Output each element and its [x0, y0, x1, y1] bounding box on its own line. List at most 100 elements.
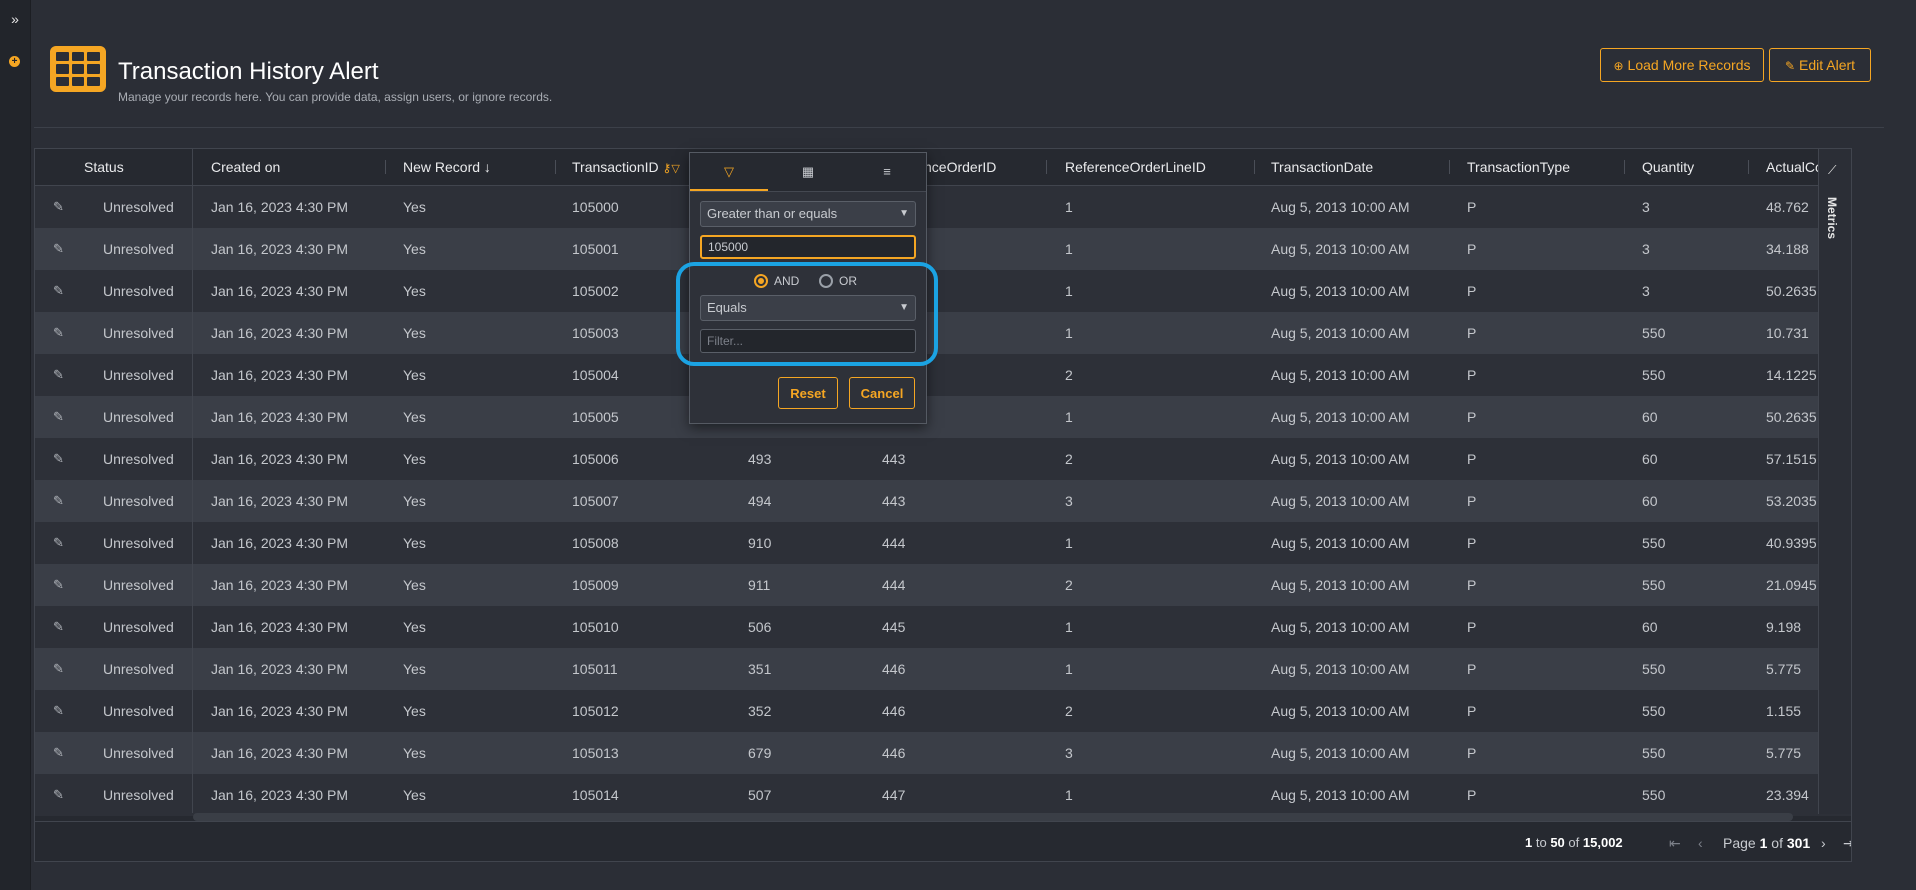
add-icon[interactable]: +: [9, 56, 20, 67]
column-header-transaction-type[interactable]: TransactionType: [1467, 149, 1570, 185]
edit-row-icon[interactable]: ✎: [53, 648, 64, 690]
cell-type: P: [1467, 451, 1477, 467]
edit-row-icon[interactable]: ✎: [53, 396, 64, 438]
column-header-transaction-date[interactable]: TransactionDate: [1271, 149, 1373, 185]
column-header-transaction-id[interactable]: TransactionID ⚷▽: [572, 149, 680, 185]
cell-qty: 60: [1642, 493, 1658, 509]
cell-type: P: [1467, 325, 1477, 341]
column-header-quantity[interactable]: Quantity: [1642, 149, 1694, 185]
edit-row-icon[interactable]: ✎: [53, 522, 64, 564]
table-row[interactable]: ✎ Unresolved Jan 16, 2023 4:30 PM Yes 105006…: [35, 438, 1851, 480]
column-header-status[interactable]: Status: [84, 149, 124, 185]
cell-roid: 447: [882, 787, 906, 803]
cell-rolid: 1: [1065, 283, 1073, 299]
edit-row-icon[interactable]: ✎: [53, 480, 64, 522]
edit-row-icon[interactable]: ✎: [53, 438, 64, 480]
column-header-new-record[interactable]: New Record ↓: [403, 149, 491, 185]
page-title: Transaction History Alert: [118, 58, 379, 85]
cell-date: Aug 5, 2013 10:00 AM: [1271, 325, 1410, 341]
cancel-button[interactable]: Cancel: [849, 377, 915, 409]
table-row[interactable]: ✎ Unresolved Jan 16, 2023 4:30 PM Yes 105003…: [35, 312, 1851, 354]
table-grid-icon: [50, 46, 106, 92]
table-row[interactable]: ✎ Unresolved Jan 16, 2023 4:30 PM Yes 105009…: [35, 564, 1851, 606]
cell-rolid: 3: [1065, 493, 1073, 509]
edit-row-icon[interactable]: ✎: [53, 270, 64, 312]
cell-qty: 550: [1642, 577, 1666, 593]
table-row[interactable]: ✎ Unresolved Jan 16, 2023 4:30 PM Yes 105005…: [35, 396, 1851, 438]
load-more-records-button[interactable]: ⊕ Load More Records: [1600, 48, 1764, 82]
cell-tid: 105010: [572, 619, 619, 635]
cell-status: Unresolved: [103, 745, 174, 761]
metrics-side-panel[interactable]: ⟋ Metrics: [1818, 149, 1851, 814]
table-row[interactable]: ✎ Unresolved Jan 16, 2023 4:30 PM Yes 105008…: [35, 522, 1851, 564]
edit-row-icon[interactable]: ✎: [53, 606, 64, 648]
cell-type: P: [1467, 619, 1477, 635]
table-row[interactable]: ✎ Unresolved Jan 16, 2023 4:30 PM Yes 105014…: [35, 774, 1851, 816]
edit-row-icon[interactable]: ✎: [53, 312, 64, 354]
cell-new: Yes: [403, 283, 426, 299]
cell-new: Yes: [403, 493, 426, 509]
cell-type: P: [1467, 367, 1477, 383]
cell-created: Jan 16, 2023 4:30 PM: [211, 745, 348, 761]
filter-value-1-input[interactable]: [700, 235, 916, 259]
cell-rolid: 3: [1065, 745, 1073, 761]
edit-row-icon[interactable]: ✎: [53, 690, 64, 732]
cell-date: Aug 5, 2013 10:00 AM: [1271, 241, 1410, 257]
last-page-icon[interactable]: ⇥: [1843, 822, 1851, 861]
column-header-reference-order-line-id[interactable]: ReferenceOrderLineID: [1065, 149, 1206, 185]
edit-row-icon[interactable]: ✎: [53, 732, 64, 774]
cell-new: Yes: [403, 241, 426, 257]
first-page-icon[interactable]: ⇤: [1669, 822, 1681, 861]
column-header-created-on[interactable]: Created on: [211, 149, 280, 185]
expand-sidebar-icon[interactable]: »: [7, 11, 23, 27]
cell-created: Jan 16, 2023 4:30 PM: [211, 535, 348, 551]
table-row[interactable]: ✎ Unresolved Jan 16, 2023 4:30 PM Yes 105011…: [35, 648, 1851, 690]
table-row[interactable]: ✎ Unresolved Jan 16, 2023 4:30 PM Yes 105000…: [35, 186, 1851, 228]
reset-button[interactable]: Reset: [778, 377, 838, 409]
table-row[interactable]: ✎ Unresolved Jan 16, 2023 4:30 PM Yes 105013…: [35, 732, 1851, 774]
new-record-label: New Record: [403, 159, 481, 175]
sort-descending-icon: ↓: [483, 159, 491, 175]
cell-tid: 105003: [572, 325, 619, 341]
next-page-icon[interactable]: ›: [1821, 822, 1826, 861]
table-row[interactable]: ✎ Unresolved Jan 16, 2023 4:30 PM Yes 105010…: [35, 606, 1851, 648]
cell-type: P: [1467, 535, 1477, 551]
edit-alert-label: Edit Alert: [1799, 57, 1856, 73]
cell-rolid: 2: [1065, 703, 1073, 719]
filter-active-icon[interactable]: ▽: [671, 163, 679, 175]
cell-qty: 550: [1642, 535, 1666, 551]
table-row[interactable]: ✎ Unresolved Jan 16, 2023 4:30 PM Yes 105004…: [35, 354, 1851, 396]
previous-page-icon[interactable]: ‹: [1698, 822, 1703, 861]
menu-icon: ≡: [883, 164, 891, 179]
grid-header-row: Status Created on New Record ↓ Transacti…: [35, 149, 1851, 186]
cell-rolid: 1: [1065, 409, 1073, 425]
cell-created: Jan 16, 2023 4:30 PM: [211, 577, 348, 593]
cell-cost: 48.762: [1766, 199, 1809, 215]
cell-created: Jan 16, 2023 4:30 PM: [211, 703, 348, 719]
tab-filter[interactable]: ▽: [690, 153, 768, 191]
edit-row-icon[interactable]: ✎: [53, 564, 64, 606]
tab-columns[interactable]: ▦: [769, 153, 847, 191]
table-row[interactable]: ✎ Unresolved Jan 16, 2023 4:30 PM Yes 105007…: [35, 480, 1851, 522]
cell-pid: 506: [748, 619, 772, 635]
cell-cost: 14.1225: [1766, 367, 1817, 383]
table-row[interactable]: ✎ Unresolved Jan 16, 2023 4:30 PM Yes 105002…: [35, 270, 1851, 312]
horizontal-scrollbar[interactable]: [193, 813, 1793, 821]
cell-status: Unresolved: [103, 661, 174, 677]
cell-cost: 5.775: [1766, 745, 1802, 761]
table-row[interactable]: ✎ Unresolved Jan 16, 2023 4:30 PM Yes 105001…: [35, 228, 1851, 270]
filter-condition-1-select[interactable]: Greater than or equals ▼: [700, 201, 916, 227]
table-row[interactable]: ✎ Unresolved Jan 16, 2023 4:30 PM Yes 105012…: [35, 690, 1851, 732]
edit-row-icon[interactable]: ✎: [53, 228, 64, 270]
edit-row-icon[interactable]: ✎: [53, 774, 64, 816]
cell-created: Jan 16, 2023 4:30 PM: [211, 241, 348, 257]
cell-tid: 105013: [572, 745, 619, 761]
cell-pid: 351: [748, 661, 772, 677]
cell-type: P: [1467, 409, 1477, 425]
tab-general-menu[interactable]: ≡: [848, 153, 926, 191]
cell-qty: 60: [1642, 619, 1658, 635]
edit-alert-button[interactable]: ✎ Edit Alert: [1769, 48, 1871, 82]
edit-row-icon[interactable]: ✎: [53, 354, 64, 396]
cell-status: Unresolved: [103, 703, 174, 719]
edit-row-icon[interactable]: ✎: [53, 186, 64, 228]
